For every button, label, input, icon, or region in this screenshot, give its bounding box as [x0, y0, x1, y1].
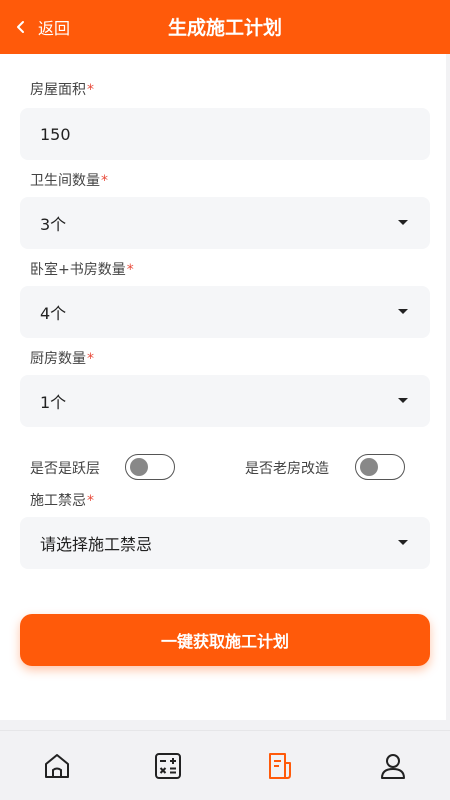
tab-plan[interactable]: [265, 751, 295, 781]
taboo-select[interactable]: 请选择施工禁忌: [20, 517, 430, 569]
bathrooms-value: 3个: [40, 215, 67, 234]
toggle-knob: [130, 458, 148, 476]
area-label: 房屋面积*: [30, 82, 94, 98]
kitchens-select[interactable]: 1个: [20, 375, 430, 427]
tab-home[interactable]: [42, 751, 72, 781]
required-mark: *: [87, 82, 94, 98]
bedrooms-value: 4个: [40, 304, 67, 323]
dropdown-caret-icon: [398, 309, 408, 314]
bathrooms-label: 卫生间数量*: [30, 173, 108, 189]
old-house-label: 是否老房改造: [245, 461, 329, 477]
page-title: 生成施工计划: [167, 17, 282, 39]
bedrooms-label: 卧室+书房数量*: [30, 262, 134, 278]
area-input[interactable]: 150: [20, 108, 430, 160]
taboo-placeholder: 请选择施工禁忌: [40, 535, 153, 554]
bedrooms-select[interactable]: 4个: [20, 286, 430, 338]
plan-document-icon: [269, 753, 291, 779]
kitchens-value: 1个: [40, 393, 67, 412]
tab-calculator[interactable]: [153, 751, 183, 781]
required-mark: *: [126, 262, 134, 278]
home-icon: [45, 754, 69, 778]
duplex-label: 是否是跃层: [30, 461, 100, 477]
app-header: 返回 生成施工计划: [0, 0, 450, 54]
dropdown-caret-icon: [398, 398, 408, 403]
bottom-tab-bar: [0, 730, 450, 800]
bathrooms-select[interactable]: 3个: [20, 197, 430, 249]
profile-icon: [381, 754, 405, 779]
old-house-toggle[interactable]: [355, 454, 405, 480]
dropdown-caret-icon: [398, 540, 408, 545]
tab-profile[interactable]: [378, 751, 408, 781]
required-mark: *: [101, 173, 108, 189]
calculator-icon: [155, 753, 181, 779]
duplex-toggle[interactable]: [125, 454, 175, 480]
generate-plan-button[interactable]: 一键获取施工计划: [20, 614, 430, 666]
toggle-knob: [360, 458, 378, 476]
required-mark: *: [87, 493, 94, 509]
kitchens-label: 厨房数量*: [30, 351, 94, 367]
taboo-label: 施工禁忌*: [30, 493, 94, 509]
area-value: 150: [40, 124, 71, 144]
dropdown-caret-icon: [398, 220, 408, 225]
required-mark: *: [87, 351, 94, 367]
